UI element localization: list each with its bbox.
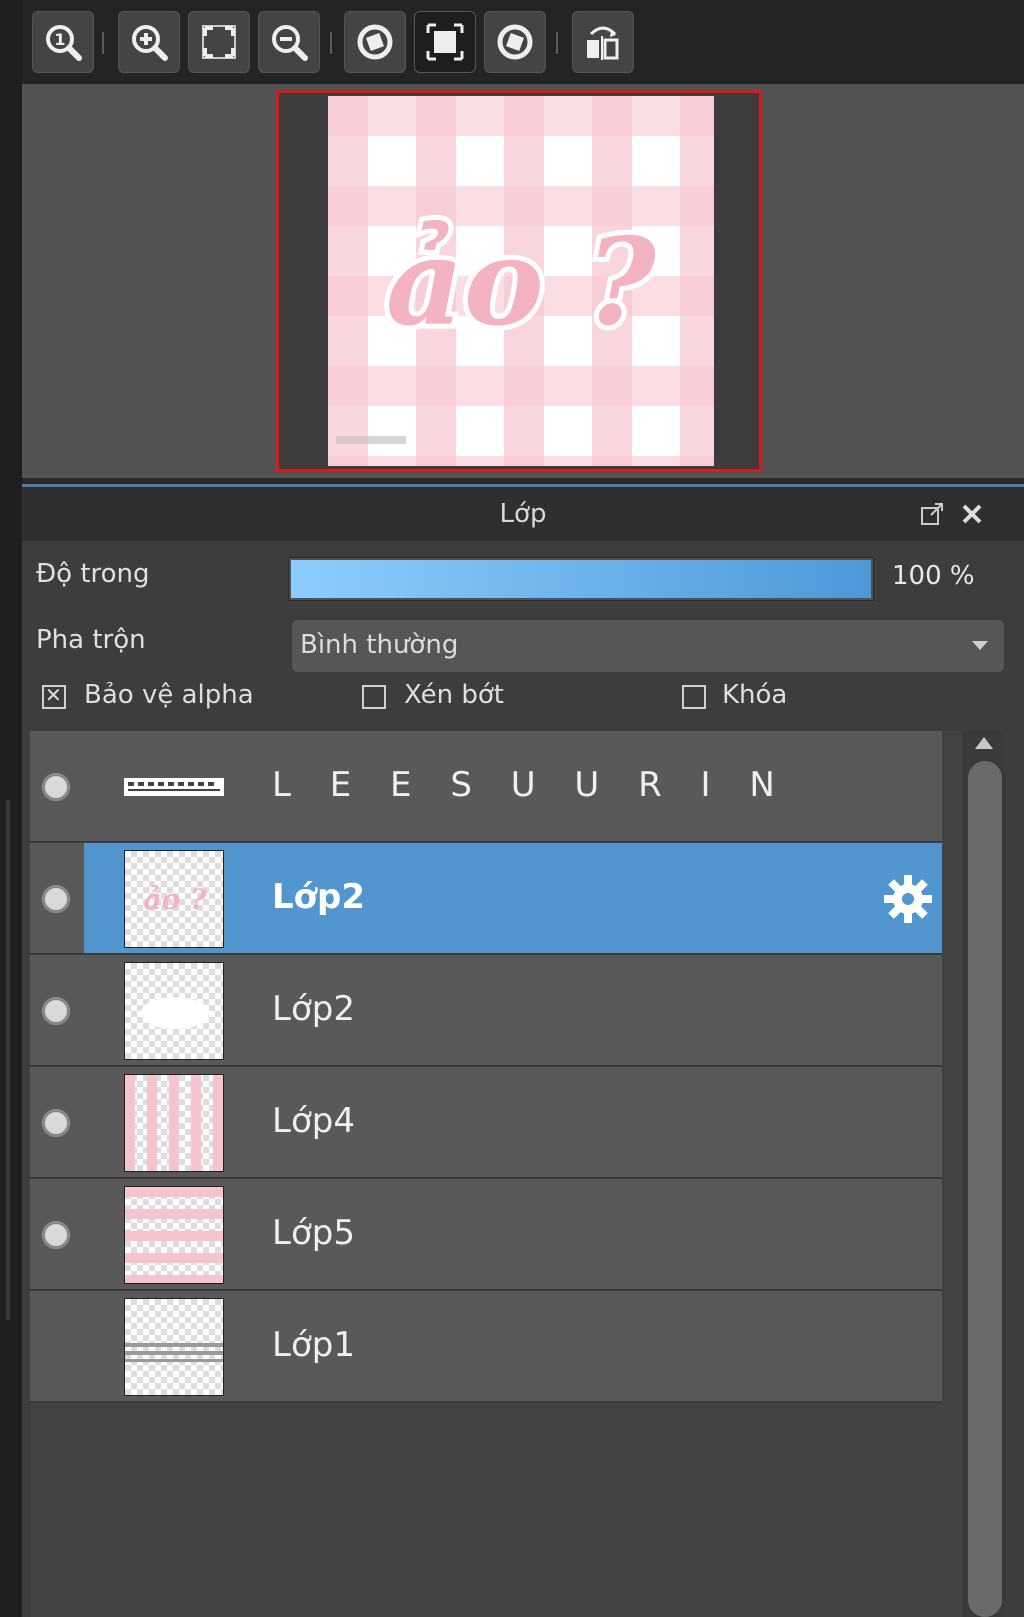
flip-icon xyxy=(587,26,619,60)
navigator-toolbar: 1 xyxy=(22,0,1024,84)
protect-alpha-label: Bảo vệ alpha xyxy=(84,680,254,710)
layer-name: Lớp4 xyxy=(272,1101,355,1141)
rotate-right-icon xyxy=(497,24,533,60)
gear-icon[interactable] xyxy=(882,873,934,925)
visibility-toggle-icon[interactable] xyxy=(42,773,70,801)
panel-title: Lớp xyxy=(499,499,547,529)
rotate-left-icon xyxy=(357,24,393,60)
fit-screen-button[interactable] xyxy=(188,11,250,73)
crop-fit-button[interactable] xyxy=(414,11,476,73)
layer-row-selected[interactable]: ảo ? Lớp2 xyxy=(30,843,942,955)
left-edge-handle xyxy=(6,800,10,1320)
layer-thumbnail xyxy=(124,962,224,1060)
visibility-toggle-icon[interactable] xyxy=(42,1221,70,1249)
canvas-preview: ảo ? xyxy=(328,96,714,466)
rotate-right-button[interactable] xyxy=(484,11,546,73)
popout-icon[interactable] xyxy=(918,500,946,528)
layer-row[interactable]: Lớp2 xyxy=(30,955,942,1067)
lock-checkbox[interactable] xyxy=(682,685,706,709)
zoom-out-button[interactable] xyxy=(258,11,320,73)
chevron-down-icon xyxy=(972,641,988,650)
blend-mode-select[interactable]: Bình thường xyxy=(292,620,1004,672)
layer-row[interactable]: Lớp5 xyxy=(30,1179,942,1291)
layer-thumbnail: ảo ? xyxy=(124,850,224,948)
lock-label: Khóa xyxy=(722,680,788,710)
svg-text:ảo ?: ảo ? xyxy=(144,883,208,916)
zoom-actual-button[interactable]: 1 xyxy=(32,11,94,73)
layer-row[interactable]: Lớp1 xyxy=(30,1291,942,1403)
toolbar-separator xyxy=(556,32,558,54)
toolbar-separator xyxy=(330,32,332,54)
visibility-toggle-icon[interactable] xyxy=(42,997,70,1025)
layer-name: Lớp2 xyxy=(272,877,366,917)
clip-label: Xén bớt xyxy=(404,680,504,710)
visibility-toggle-icon[interactable] xyxy=(42,885,70,913)
layer-thumbnail xyxy=(124,738,224,836)
layer-thumbnail xyxy=(124,1074,224,1172)
navigator-viewport-frame[interactable]: ảo ? xyxy=(276,90,762,472)
crop-fit-icon xyxy=(426,23,464,61)
left-edge-strip xyxy=(0,0,22,1617)
blend-mode-label: Pha trộn xyxy=(36,625,146,655)
layer-thumbnail xyxy=(124,1186,224,1284)
layer-row[interactable]: Lớp4 xyxy=(30,1067,942,1179)
blend-mode-value: Bình thường xyxy=(300,630,459,660)
layer-name: Lớp5 xyxy=(272,1213,355,1253)
canvas-preview-text: ảo ? xyxy=(386,212,658,353)
scroll-up-icon[interactable] xyxy=(975,737,993,749)
svg-text:1: 1 xyxy=(54,30,65,49)
zoom-in-icon xyxy=(132,25,168,61)
fit-screen-icon xyxy=(202,25,236,59)
layer-row[interactable]: L E E S U U R I N xyxy=(30,731,942,843)
opacity-value: 100 % xyxy=(892,561,975,591)
toolbar-separator xyxy=(102,32,104,54)
zoom-out-icon xyxy=(272,25,308,61)
protect-alpha-checkbox[interactable] xyxy=(42,683,66,709)
canvas-preview-image: ảo ? xyxy=(328,96,714,466)
layer-name: L E E S U U R I N xyxy=(272,765,789,805)
zoom-in-button[interactable] xyxy=(118,11,180,73)
opacity-slider-fill xyxy=(291,560,871,598)
scrollbar-thumb[interactable] xyxy=(968,761,1002,1617)
layer-thumbnail xyxy=(124,1298,224,1396)
layer-panel-header: Lớp xyxy=(22,487,1024,541)
close-icon[interactable] xyxy=(958,500,986,528)
flip-button[interactable] xyxy=(572,11,634,73)
rotate-left-button[interactable] xyxy=(344,11,406,73)
layer-list: L E E S U U R I N ảo ? Lớp2 Lớp2 Lớp4 Lớ… xyxy=(30,731,962,1617)
layer-list-scrollbar[interactable] xyxy=(962,731,1006,1617)
layer-name: Lớp1 xyxy=(272,1325,355,1365)
opacity-slider[interactable] xyxy=(288,557,874,601)
zoom-actual-icon: 1 xyxy=(46,25,82,61)
layer-panel: Lớp Độ trong 100 % Pha trộn Bình thường … xyxy=(22,487,1024,1617)
clip-checkbox[interactable] xyxy=(362,685,386,709)
opacity-label: Độ trong xyxy=(36,559,150,589)
visibility-toggle-icon[interactable] xyxy=(42,1109,70,1137)
navigator-panel: ảo ? xyxy=(22,84,1024,478)
layer-name: Lớp2 xyxy=(272,989,355,1029)
